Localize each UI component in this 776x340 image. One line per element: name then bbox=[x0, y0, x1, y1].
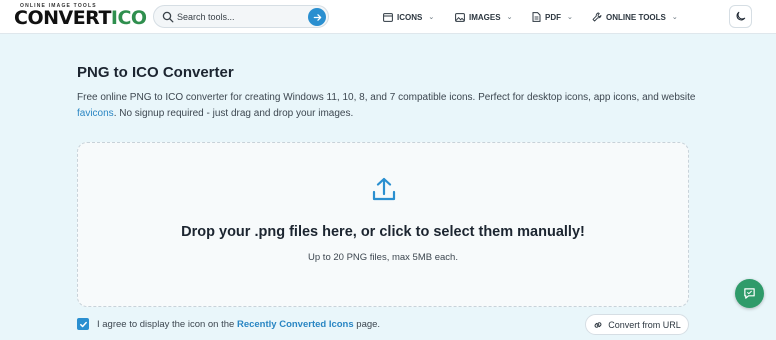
wrench-icon bbox=[592, 12, 602, 22]
nav-icons[interactable]: ICONS ⌄ bbox=[383, 10, 434, 24]
agree-row: I agree to display the icon on the Recen… bbox=[77, 317, 380, 331]
convert-from-url-button[interactable]: Convert from URL bbox=[585, 314, 689, 335]
chevron-down-icon: ⌄ bbox=[506, 14, 513, 21]
agree-text: I agree to display the icon on the bbox=[97, 318, 237, 330]
upload-icon bbox=[372, 177, 396, 201]
agree-checkbox[interactable] bbox=[77, 318, 89, 330]
link-icon bbox=[594, 321, 602, 328]
checkmark-icon bbox=[79, 321, 87, 327]
search-box bbox=[153, 5, 329, 28]
dropzone-title: Drop your .png files here, or click to s… bbox=[181, 224, 585, 240]
image-icon bbox=[455, 12, 465, 22]
search-submit-button[interactable] bbox=[308, 8, 326, 26]
nav-images[interactable]: IMAGES ⌄ bbox=[455, 10, 512, 24]
favicons-link[interactable]: favicons bbox=[77, 108, 114, 119]
agree-text-end: page. bbox=[353, 318, 381, 330]
dropzone-subtitle: Up to 20 PNG files, max 5MB each. bbox=[308, 252, 458, 263]
chat-icon bbox=[744, 288, 755, 299]
nav-online-tools[interactable]: ONLINE TOOLS ⌄ bbox=[592, 10, 678, 24]
convert-from-url-label: Convert from URL bbox=[608, 319, 681, 330]
recently-converted-link[interactable]: Recently Converted Icons bbox=[237, 319, 354, 330]
page-title: PNG to ICO Converter bbox=[77, 64, 234, 81]
nav-pdf[interactable]: PDF ⌄ bbox=[532, 10, 573, 24]
page-description: Free online PNG to ICO converter for cre… bbox=[77, 92, 696, 119]
moon-icon bbox=[736, 11, 746, 21]
file-dropzone[interactable]: Drop your .png files here, or click to s… bbox=[77, 142, 689, 307]
top-header: ONLINE IMAGE TOOLS CONVERTICO ICONS ⌄ IM… bbox=[0, 0, 776, 34]
chevron-down-icon: ⌄ bbox=[671, 14, 678, 21]
document-icon bbox=[532, 12, 541, 22]
search-input[interactable] bbox=[177, 9, 302, 25]
nav-pdf-label: PDF bbox=[545, 12, 561, 22]
arrow-right-icon bbox=[313, 13, 321, 21]
logo[interactable]: ONLINE IMAGE TOOLS CONVERTICO bbox=[14, 3, 147, 31]
theme-toggle-button[interactable] bbox=[729, 5, 752, 28]
nav-images-label: IMAGES bbox=[469, 12, 501, 22]
search-icon bbox=[162, 11, 174, 23]
nav-icons-label: ICONS bbox=[397, 12, 423, 22]
chevron-down-icon: ⌄ bbox=[428, 14, 435, 21]
icons-icon bbox=[383, 12, 393, 22]
feedback-button[interactable] bbox=[735, 279, 764, 308]
chevron-down-icon: ⌄ bbox=[567, 14, 573, 21]
nav-online-tools-label: ONLINE TOOLS bbox=[606, 12, 666, 22]
logo-wordmark: CONVERTICO bbox=[14, 7, 147, 29]
